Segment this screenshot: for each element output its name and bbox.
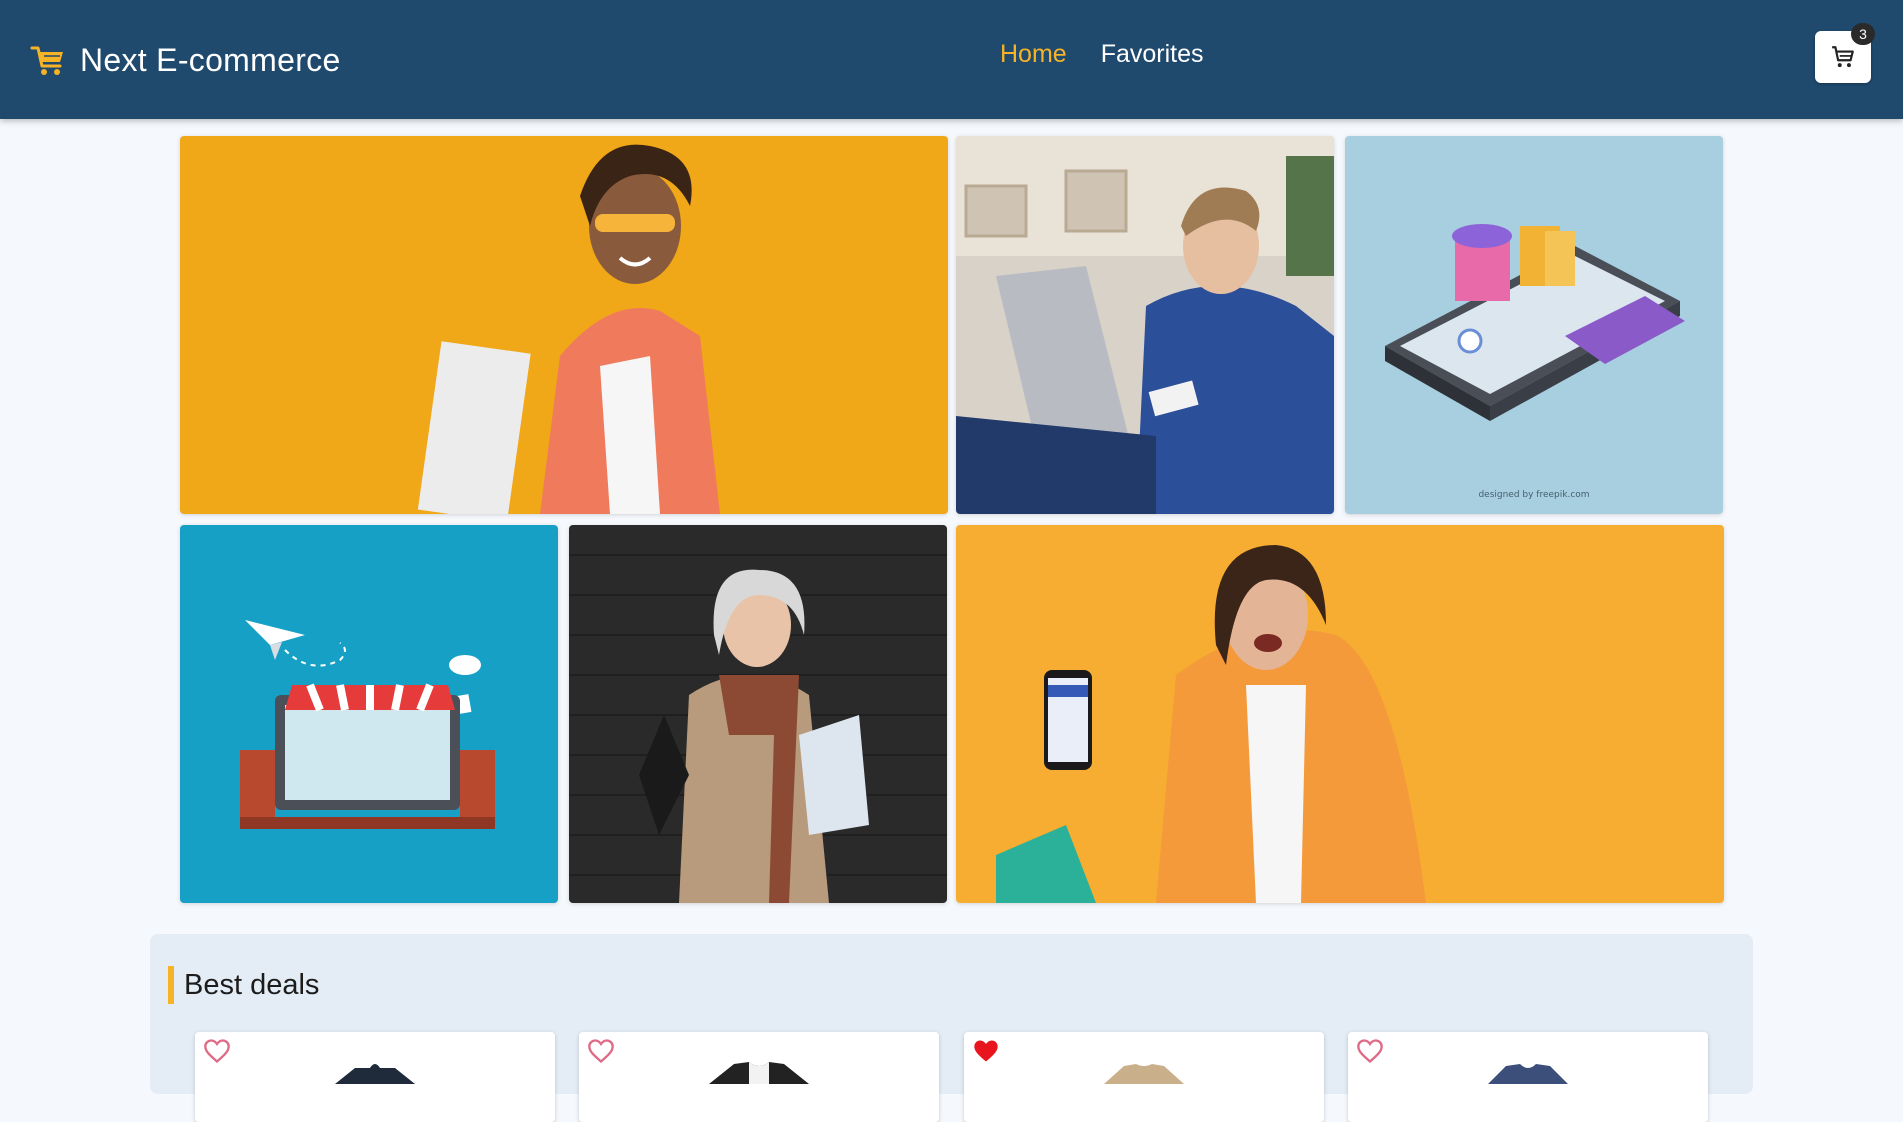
freepik-credit: designed by freepik.com: [1478, 490, 1589, 500]
nav-favorites-link[interactable]: Favorites: [1101, 40, 1204, 69]
best-deals-section: Best deals: [150, 934, 1753, 1122]
brand-name: Next E-commerce: [80, 41, 341, 78]
isometric-phone-image: designed by freepik.com: [1345, 136, 1723, 514]
favorite-heart-icon[interactable]: [203, 1038, 231, 1064]
cart-button[interactable]: 3: [1815, 23, 1875, 83]
cart-count-badge: 3: [1851, 23, 1875, 45]
top-navbar: Next E-commerce Home Favorites 3: [0, 0, 1903, 119]
product-thumbnail: [1488, 1064, 1568, 1084]
product-thumbnail: [1104, 1064, 1184, 1084]
hero-tile-woman-shopping[interactable]: [180, 136, 948, 514]
favorite-heart-icon[interactable]: [1356, 1038, 1384, 1064]
man-laptop-image: [956, 136, 1334, 514]
main-nav: Home Favorites: [1000, 40, 1204, 69]
woman-smartphone-image: [956, 525, 1724, 903]
senior-woman-image: [569, 525, 947, 903]
product-thumbnail: [335, 1064, 415, 1084]
brand-link[interactable]: Next E-commerce: [30, 38, 341, 82]
product-thumbnail: [709, 1062, 809, 1084]
favorite-heart-filled-icon[interactable]: [972, 1038, 1000, 1064]
product-card[interactable]: [579, 1032, 939, 1122]
product-card[interactable]: [195, 1032, 555, 1122]
hero-tile-online-store[interactable]: [180, 525, 558, 903]
nav-home-link[interactable]: Home: [1000, 40, 1067, 69]
product-card[interactable]: [964, 1032, 1324, 1122]
cart-icon: [1832, 46, 1854, 68]
best-deals-title: Best deals: [168, 966, 319, 1004]
hero-tile-man-laptop[interactable]: [956, 136, 1334, 514]
hero-tile-isometric-phone[interactable]: designed by freepik.com: [1345, 136, 1723, 514]
woman-shopping-image: [180, 136, 948, 514]
favorite-heart-icon[interactable]: [587, 1038, 615, 1064]
hero-tile-woman-smartphone[interactable]: [956, 525, 1724, 903]
shopping-cart-icon: [30, 46, 63, 75]
hero-tile-senior-woman[interactable]: [569, 525, 947, 903]
product-card[interactable]: [1348, 1032, 1708, 1122]
online-store-image: [180, 525, 558, 903]
